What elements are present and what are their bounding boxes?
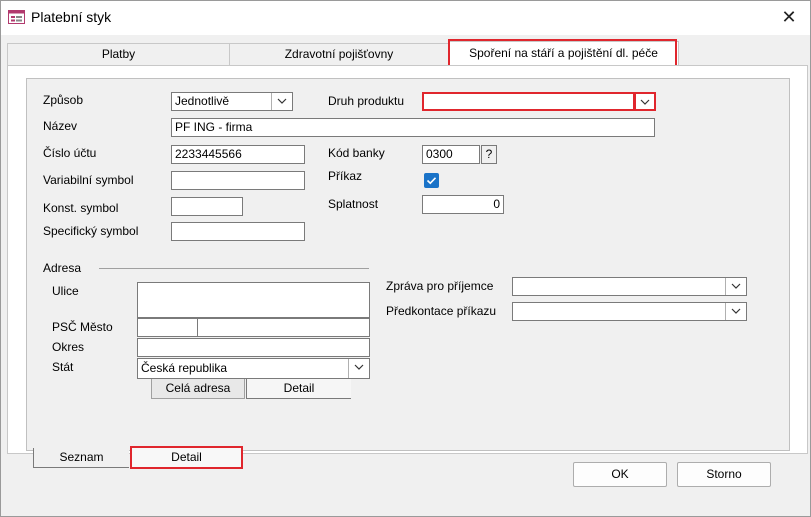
zprava-dropdown[interactable] (512, 277, 747, 296)
zpusob-value: Jednotlivě (175, 94, 230, 108)
bottom-tab-detail[interactable]: Detail (130, 446, 243, 469)
druh-produktu-arrow[interactable] (634, 92, 656, 111)
splatnost-input[interactable]: 0 (422, 195, 504, 214)
bottom-tab-seznam[interactable]: Seznam (33, 448, 129, 468)
close-button[interactable]: ✕ (773, 4, 805, 30)
bottom-tab-label: Detail (171, 450, 202, 464)
dialog-window: Platební styk ✕ Platby Zdravotní pojišťo… (0, 0, 811, 517)
main-tabstrip: Platby Zdravotní pojišťovny Spoření na s… (7, 41, 806, 66)
druh-produktu-dropdown[interactable] (422, 92, 656, 111)
tab-platby[interactable]: Platby (7, 43, 230, 65)
psc-mesto-label: PSČ Město (52, 320, 113, 334)
window-title: Platební styk (31, 9, 112, 25)
zpusob-label: Způsob (43, 93, 84, 107)
psc-input[interactable] (137, 318, 198, 337)
predkontace-label: Předkontace příkazu (386, 304, 497, 318)
kod-banky-help-button[interactable]: ? (481, 145, 497, 164)
tab-zdravotni-pojistovny[interactable]: Zdravotní pojišťovny (229, 43, 449, 65)
cislo-uctu-label: Číslo účtu (43, 146, 97, 160)
ulice-label: Ulice (52, 284, 79, 298)
checkmark-icon (426, 177, 437, 185)
subtab-detail[interactable]: Detail (246, 379, 351, 399)
subtab-cela-adresa[interactable]: Celá adresa (151, 379, 245, 399)
tab-label: Platby (101, 47, 136, 61)
okres-input[interactable] (137, 338, 370, 357)
ulice-input[interactable] (137, 282, 370, 318)
variabilni-symbol-label: Variabilní symbol (43, 173, 134, 187)
stat-label: Stát (52, 360, 74, 374)
subtab-label: Celá adresa (165, 381, 231, 395)
cancel-button[interactable]: Storno (677, 462, 771, 487)
konst-symbol-input[interactable] (171, 197, 243, 216)
prikaz-checkbox[interactable] (424, 173, 439, 188)
kod-banky-input[interactable]: 0300 (422, 145, 480, 164)
chevron-down-icon[interactable] (271, 93, 292, 110)
subtab-label: Detail (283, 381, 315, 395)
adresa-divider (99, 268, 369, 269)
prikaz-label: Příkaz (328, 169, 363, 183)
kod-banky-label: Kód banky (328, 146, 385, 160)
nazev-label: Název (43, 119, 78, 133)
adresa-section-label: Adresa (43, 261, 82, 275)
chevron-down-icon (640, 99, 650, 105)
form-icon (8, 10, 25, 24)
nazev-input[interactable]: PF ING - firma (171, 118, 655, 137)
bottom-tab-label: Seznam (59, 450, 104, 464)
tab-label: Zdravotní pojišťovny (284, 47, 394, 61)
ok-button[interactable]: OK (573, 462, 667, 487)
close-icon: ✕ (781, 7, 797, 27)
zprava-label: Zpráva pro příjemce (386, 279, 494, 293)
zpusob-dropdown[interactable]: Jednotlivě (171, 92, 293, 111)
specificky-symbol-label: Specifický symbol (43, 224, 139, 238)
cislo-uctu-input[interactable]: 2233445566 (171, 145, 305, 164)
title-bar: Platební styk ✕ (1, 1, 810, 35)
specificky-symbol-input[interactable] (171, 222, 305, 241)
stat-dropdown[interactable]: Česká republika (137, 358, 370, 379)
mesto-input[interactable] (197, 318, 370, 337)
konst-symbol-label: Konst. symbol (43, 201, 119, 215)
okres-label: Okres (52, 340, 85, 354)
variabilni-symbol-input[interactable] (171, 171, 305, 190)
chevron-down-icon[interactable] (348, 359, 369, 378)
druh-produktu-input[interactable] (422, 92, 635, 111)
druh-produktu-label: Druh produktu (328, 94, 405, 108)
chevron-down-icon[interactable] (725, 303, 746, 320)
stat-value: Česká republika (141, 361, 228, 375)
splatnost-label: Splatnost (328, 197, 379, 211)
predkontace-dropdown[interactable] (512, 302, 747, 321)
chevron-down-icon[interactable] (725, 278, 746, 295)
